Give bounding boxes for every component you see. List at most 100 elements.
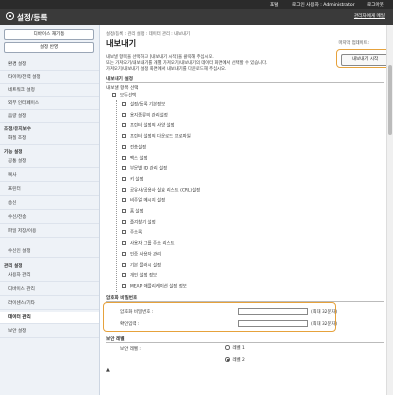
select-all-label: 모두선택 xyxy=(120,93,137,99)
select-all-checkbox[interactable]: 모두선택 xyxy=(112,93,136,99)
item-home-checkbox[interactable]: 홈 설정 xyxy=(122,209,144,215)
item-address-book-checkbox[interactable]: 주소록 xyxy=(122,230,142,236)
sidebar-item-security[interactable]: 보안 설정 xyxy=(0,326,99,338)
sidebar-item-network[interactable]: 네트워크 설정 xyxy=(0,85,99,97)
radio-button[interactable] xyxy=(225,345,230,350)
sidebar-item-license[interactable]: 라이센스/기타 xyxy=(0,298,99,310)
checkbox[interactable] xyxy=(122,187,126,192)
checkbox[interactable] xyxy=(122,273,126,278)
item-printer-spec-label: 프린터 설정의 사양 설정 xyxy=(130,123,175,129)
top-bar: 포털 로그인 사용자 : Administrator 로그아웃 xyxy=(0,0,393,9)
item-meap-checkbox[interactable]: MEAP 애플리케이션 설정 정보 xyxy=(122,283,187,290)
sidebar-item-printer[interactable]: 프린터 xyxy=(0,184,99,196)
gear-icon xyxy=(6,12,14,20)
page-title: 내보내기 xyxy=(106,38,137,48)
item-printer-spec-checkbox[interactable]: 프린터 설정의 사양 설정 xyxy=(122,123,175,129)
checkbox[interactable] xyxy=(122,102,126,106)
export-items-label: 내보낼 항목 선택 xyxy=(106,86,139,91)
sidebar-item-copy[interactable]: 복사 xyxy=(0,170,99,182)
item-department-id-label: 부문별 ID 관리 설정 xyxy=(130,166,168,172)
checkbox[interactable] xyxy=(122,219,126,224)
item-auth-user-checkbox[interactable]: 인증 사용자 관리 xyxy=(122,251,162,258)
checkbox[interactable] xyxy=(122,283,126,288)
checkbox[interactable] xyxy=(122,251,126,256)
password-highlight xyxy=(103,302,336,332)
security-level-1-radio[interactable]: 레벨 1 xyxy=(225,345,245,351)
item-flush-label: 기본 플러시 설정 xyxy=(130,263,162,268)
checkbox[interactable] xyxy=(122,144,126,149)
item-printer-download-checkbox[interactable]: 프린터 설정의 다운로드 프로파일 xyxy=(122,134,191,140)
sidebar-item-user-management[interactable]: 사용자 관리 xyxy=(0,270,99,282)
item-key-checkbox[interactable]: 키 설정 xyxy=(122,176,144,183)
item-personal-checkbox[interactable]: 개인 설정 정보 xyxy=(122,273,157,279)
sidebar-item-image-quality[interactable]: 화질 조정 xyxy=(0,133,99,145)
sidebar-item-timer[interactable]: 타이머/전력 설정 xyxy=(0,72,99,84)
item-flush-checkbox[interactable]: 기본 플러시 설정 xyxy=(122,262,162,269)
password-input[interactable] xyxy=(238,308,308,315)
main-content: 설정/등록 : 관리 설정 : 데이터 관리 : 내보내기 내보내기 마지막 업… xyxy=(100,25,393,395)
sidebar-item-data-management[interactable]: 데이터 관리 xyxy=(0,312,99,324)
sidebar-item-receive[interactable]: 수신/전송 xyxy=(0,212,99,224)
password-note: (최대 32문자) xyxy=(311,310,337,315)
checkbox[interactable] xyxy=(122,262,126,267)
security-level-2-radio[interactable]: 레벨 2 xyxy=(225,357,245,363)
start-export-button[interactable]: 내보내기 시작 xyxy=(341,54,389,66)
scrollbar-thumb[interactable] xyxy=(388,65,392,135)
item-paper-type-label: 용지종류의 관리설정 xyxy=(130,113,168,119)
description-line: 가져오기/내보내기 설정 화면에서 내보내기를 다운로드해 주십시오. xyxy=(106,67,227,72)
sidebar-item-send[interactable]: 송신 xyxy=(0,198,99,210)
item-transfer-label: 전송설정 xyxy=(130,145,147,151)
item-basic-info-label: 설정/등록 기본정보 xyxy=(130,102,166,108)
item-transfer-checkbox[interactable]: 전송설정 xyxy=(122,144,147,151)
tree-line xyxy=(116,100,117,292)
sidebar-item-destination[interactable]: 수신인 설정 xyxy=(0,246,99,258)
checkbox[interactable] xyxy=(112,93,116,97)
password-label: 암호화 비밀번호 : xyxy=(120,310,154,315)
radio-button[interactable] xyxy=(225,357,230,362)
checkbox[interactable] xyxy=(122,134,126,139)
item-meap-label: MEAP 애플리케이션 설정 정보 xyxy=(130,284,187,290)
confirm-input[interactable] xyxy=(238,320,308,327)
item-printer-download-label: 프린터 설정의 다운로드 프로파일 xyxy=(130,134,191,140)
sidebar-item-volume[interactable]: 음량 설정 xyxy=(0,111,99,123)
checkbox[interactable] xyxy=(122,112,126,117)
item-personal-label: 개인 설정 정보 xyxy=(130,273,158,279)
restart-device-button[interactable]: 디바이스 재기동 xyxy=(4,29,94,40)
sidebar-item-store-file[interactable]: 파일 저장/이용 xyxy=(0,226,99,238)
item-user-group-label: 사용자 그룹 주소 리스트 xyxy=(130,241,175,247)
checkbox[interactable] xyxy=(122,230,126,235)
mail-admin-link[interactable]: 관리자에게 메일 xyxy=(354,13,385,19)
apply-settings-button[interactable]: 설정 반영 xyxy=(4,42,94,53)
item-key-label: 키 설정 xyxy=(130,177,144,183)
sidebar-section-management: 관리 설정 xyxy=(4,264,23,269)
scroll-up-icon[interactable]: ▲ xyxy=(106,367,110,373)
sidebar-item-external-interface[interactable]: 외부 인터페이스 xyxy=(0,98,99,110)
checkbox[interactable] xyxy=(122,123,126,128)
confirm-note: (최대 32문자) xyxy=(311,322,337,327)
confirm-label: 확인입력 : xyxy=(120,322,140,327)
sidebar-item-device-management[interactable]: 디바이스 관리 xyxy=(0,284,99,296)
item-visual-message-checkbox[interactable]: 비주얼 메시지 설정 xyxy=(122,198,165,204)
portal-link[interactable]: 포털 xyxy=(270,2,278,8)
logout-link[interactable]: 로그아웃 xyxy=(367,2,384,8)
checkbox[interactable] xyxy=(122,155,126,160)
checkbox[interactable] xyxy=(122,198,126,203)
item-auth-user-label: 인증 사용자 관리 xyxy=(130,252,162,258)
checkbox[interactable] xyxy=(122,176,126,181)
item-favorites-label: 즐겨찾기 설정 xyxy=(130,220,156,226)
sidebar-section-function: 기능 설정 xyxy=(4,150,23,155)
checkbox[interactable] xyxy=(122,166,126,171)
item-fax-checkbox[interactable]: 팩스 설정 xyxy=(122,155,148,162)
item-department-id-checkbox[interactable]: 부문별 ID 관리 설정 xyxy=(122,166,167,172)
item-paper-type-checkbox[interactable]: 용지종류의 관리설정 xyxy=(122,112,168,119)
item-favorites-checkbox[interactable]: 즐겨찾기 설정 xyxy=(122,219,156,226)
checkbox[interactable] xyxy=(122,209,126,213)
item-basic-info-checkbox[interactable]: 설정/등록 기본정보 xyxy=(122,102,165,108)
scrollbar[interactable] xyxy=(386,25,393,395)
item-crl-checkbox[interactable]: 공유사/공용사 실효 리스트 (CRL)설정 xyxy=(122,187,200,194)
sidebar-item-preferences[interactable]: 환경 설정 xyxy=(0,59,99,71)
checkbox[interactable] xyxy=(122,241,126,246)
item-user-group-checkbox[interactable]: 사용자 그룹 주소 리스트 xyxy=(122,241,175,247)
sidebar-item-common[interactable]: 공통 설정 xyxy=(0,156,99,168)
app-title: 설정/등록 xyxy=(17,13,48,22)
